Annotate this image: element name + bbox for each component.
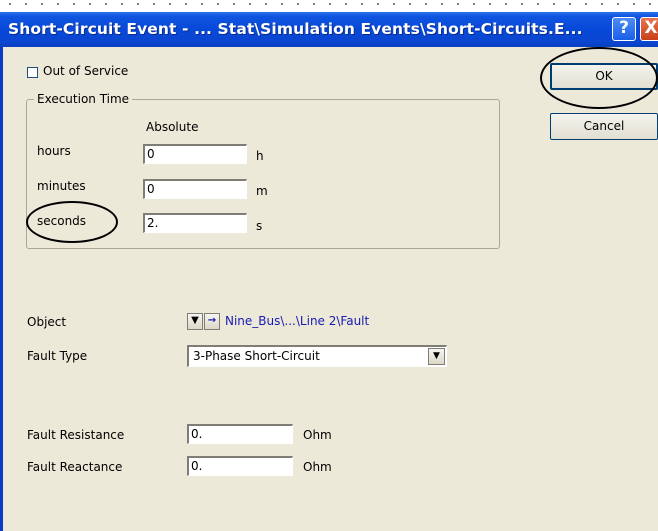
fault-type-value: 3-Phase Short-Circuit — [193, 349, 320, 363]
seconds-unit: s — [256, 219, 263, 233]
object-label: Object — [27, 315, 67, 329]
fault-resistance-input[interactable]: 0. — [187, 424, 293, 444]
hours-unit: h — [256, 149, 264, 163]
title-bar[interactable]: Short-Circuit Event - ... Stat\Simulatio… — [0, 12, 658, 47]
ok-button[interactable]: OK — [550, 63, 658, 90]
minutes-input[interactable]: 0 — [143, 179, 247, 199]
execution-time-group — [26, 99, 500, 249]
seconds-label: seconds — [37, 214, 87, 228]
hours-input[interactable]: 0 — [143, 144, 247, 164]
fault-reactance-unit: Ohm — [303, 460, 332, 474]
fault-resistance-label: Fault Resistance — [27, 428, 125, 442]
help-icon[interactable]: ? — [612, 17, 636, 41]
cancel-button[interactable]: Cancel — [550, 113, 658, 140]
close-icon[interactable]: X — [640, 17, 658, 41]
object-dropdown-icon[interactable]: ▼ — [187, 313, 203, 330]
hours-label: hours — [37, 144, 71, 158]
minutes-label: minutes — [37, 179, 86, 193]
object-link[interactable]: Nine_Bus\...\Line 2\Fault — [225, 314, 369, 328]
fault-type-select[interactable]: 3-Phase Short-Circuit ▼ — [187, 345, 447, 367]
chevron-down-icon[interactable]: ▼ — [428, 348, 445, 365]
execution-time-legend: Execution Time — [34, 92, 133, 106]
seconds-input[interactable]: 2. — [143, 213, 247, 233]
fault-reactance-label: Fault Reactance — [27, 460, 123, 474]
fault-reactance-input[interactable]: 0. — [187, 456, 293, 476]
absolute-label: Absolute — [146, 120, 199, 134]
out-of-service-checkbox[interactable] — [27, 67, 38, 78]
fault-resistance-unit: Ohm — [303, 428, 332, 442]
out-of-service-label: Out of Service — [43, 64, 129, 78]
object-jump-icon[interactable]: → — [204, 313, 220, 330]
background-dotted-strip — [0, 0, 658, 11]
minutes-unit: m — [256, 184, 268, 198]
fault-type-label: Fault Type — [27, 349, 88, 363]
window-title: Short-Circuit Event - ... Stat\Simulatio… — [8, 20, 583, 38]
